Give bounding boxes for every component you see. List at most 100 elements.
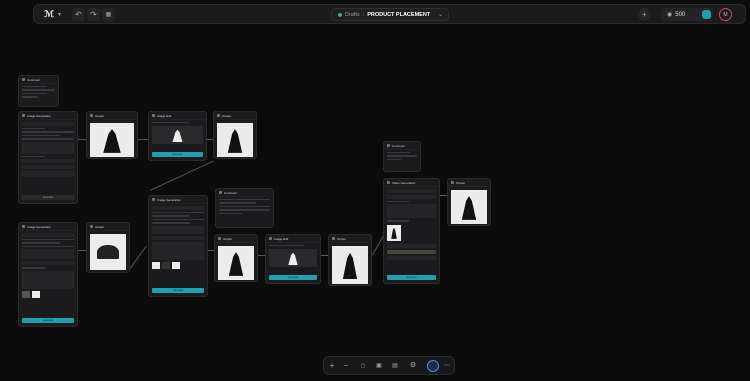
breadcrumb-root[interactable]: Drafts [345,12,360,18]
thumbnail[interactable] [32,290,40,298]
generate-button[interactable]: Generate [269,275,317,280]
image-icon [152,198,155,201]
thumbnail-row [152,261,204,269]
image-edit-node[interactable]: Image Edit Generate [265,234,321,284]
frame-icon[interactable]: ▣ [374,361,384,371]
undo-icon[interactable]: ↶ [72,8,85,21]
edit-icon [269,237,272,240]
input-image [269,249,317,268]
settings-icon[interactable]: ⚙ [408,361,418,371]
grid-icon[interactable]: ▤ [390,361,400,371]
thumbnail[interactable] [162,261,170,269]
canvas-toolbar: + − ▢ ▣ ▤ ⚙ ⋯ [323,356,455,375]
video-generation-node[interactable]: Video Generation Generate [383,178,440,284]
settings-field[interactable] [387,249,436,254]
credits-badge[interactable]: ◉ 500 [661,8,713,21]
settings-field[interactable] [152,235,204,240]
image-generation-node[interactable]: Image Generation Generate [18,111,78,204]
video-icon [387,181,390,184]
generate-button[interactable]: Generate [152,288,204,293]
node-title: Image Generation [27,224,52,229]
connection-wire [78,139,86,140]
comment-icon [219,191,222,194]
avatar[interactable]: M [719,8,732,21]
breadcrumb[interactable]: Drafts / PRODUCT PLACEMENT ⌄ [331,8,449,21]
more-icon[interactable]: ⋯ [442,361,452,371]
model-select[interactable] [22,122,74,126]
comment-icon [22,78,25,81]
output-node[interactable]: Output [328,234,372,286]
node-title: Image Edit [274,236,289,241]
prompt-input[interactable] [22,249,74,260]
generate-button[interactable]: Generate [22,195,74,200]
settings-field[interactable] [387,243,436,248]
node-title: Comment [224,190,238,195]
output-icon [90,225,93,228]
output-icon [451,181,454,184]
settings-field[interactable] [387,195,436,199]
output-image [218,246,254,280]
prompt-input[interactable] [387,204,436,219]
node-title: Output [337,236,347,241]
add-credits-button[interactable] [702,10,711,19]
prompt-input[interactable] [22,141,74,154]
plus-icon[interactable]: + [327,361,337,371]
reference-images[interactable] [22,270,74,289]
coin-icon: ◉ [667,12,673,18]
image-edit-node[interactable]: Image Edit Generate [148,111,207,161]
generate-button[interactable]: Generate [152,152,203,157]
fit-icon[interactable]: ▢ [358,361,368,371]
comment-icon [387,144,390,147]
output-image [90,234,126,270]
image-generation-node[interactable]: Image Generation Generate [18,222,78,327]
model-select[interactable] [152,206,204,210]
thumbnail[interactable] [152,261,160,269]
output-image [217,123,253,157]
output-image [90,123,134,157]
comment-node[interactable]: Comment [18,75,59,107]
layout-icon[interactable]: ▦ [102,8,115,21]
chevron-down-icon[interactable]: ▾ [56,8,63,21]
settings-field[interactable] [387,255,436,260]
generate-button[interactable]: Generate [387,275,436,280]
node-title: Image Generation [27,113,52,118]
settings-field[interactable] [22,158,74,163]
settings-field[interactable] [22,170,74,177]
output-node[interactable]: Output [86,222,130,273]
settings-field[interactable] [22,261,74,266]
minus-icon[interactable]: − [341,361,351,371]
prompt-input[interactable] [152,225,204,234]
node-title: Video Generation [392,180,416,185]
output-node[interactable]: Output [214,234,258,282]
settings-field[interactable] [22,164,74,169]
node-title: Output [223,236,233,241]
node-title: Comment [27,77,41,82]
model-select[interactable] [387,189,436,193]
node-title: Image Generation [157,197,182,202]
output-node[interactable]: Output [213,111,257,159]
comment-node[interactable]: Comment [383,141,421,172]
add-icon[interactable]: + [638,8,651,21]
output-node[interactable]: Output [447,178,491,226]
chevron-down-icon[interactable]: ⌄ [438,11,443,18]
input-image [152,126,203,145]
comment-node[interactable]: Comment [215,188,274,228]
redo-icon[interactable]: ↷ [87,8,100,21]
output-icon [218,237,221,240]
output-node[interactable]: Output [86,111,138,159]
node-title: Output [95,113,105,118]
model-select[interactable] [22,233,74,237]
connection-wire [320,255,328,256]
image-icon [22,225,25,228]
top-toolbar: ℳ ▾ ↶ ↷ ▦ Drafts / PRODUCT PLACEMENT ⌄ +… [33,4,746,24]
image-generation-node[interactable]: Image Generation Generate [148,195,208,297]
breadcrumb-separator: / [362,11,365,18]
connection-wire [149,160,214,191]
node-title: Comment [392,143,406,148]
globe-icon[interactable] [427,360,439,372]
thumbnail[interactable] [22,290,30,298]
thumbnail[interactable] [172,261,180,269]
generate-button[interactable]: Generate [22,318,74,323]
reference-images[interactable] [152,241,204,260]
project-title[interactable]: PRODUCT PLACEMENT [367,12,430,18]
